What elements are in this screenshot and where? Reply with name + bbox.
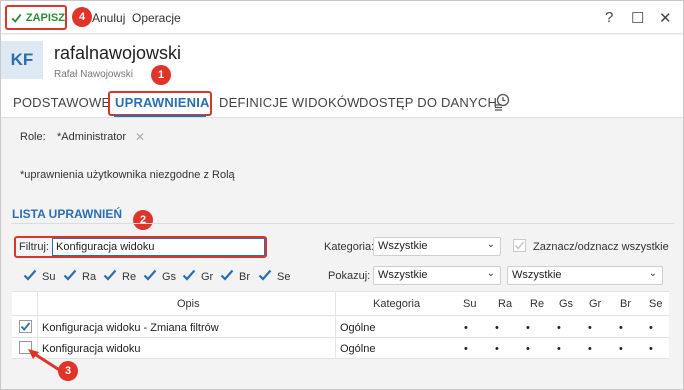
history-icon[interactable]	[493, 93, 511, 111]
column-header-opis[interactable]: Opis	[177, 298, 200, 310]
role-label: Role:	[20, 131, 46, 143]
table-cell-opis: Konfiguracja widoku - Zmiana filtrów	[42, 322, 219, 334]
annotation-badge-2: 2	[133, 210, 153, 230]
table-cell-mark: •	[526, 322, 530, 334]
table-cell-mark: •	[526, 343, 530, 355]
table-cell-mark: •	[588, 322, 592, 334]
flag-checkbox-br[interactable]	[220, 268, 234, 282]
column-header-se[interactable]: Se	[649, 298, 662, 310]
table-cell-mark: •	[619, 343, 623, 355]
flag-label-br: Br	[239, 271, 250, 283]
remove-role-icon[interactable]: ✕	[135, 130, 145, 144]
flag-label-gs: Gs	[162, 271, 177, 283]
column-header-gr[interactable]: Gr	[589, 298, 601, 310]
save-button-label: ZAPISZ	[25, 11, 65, 24]
show-select-2[interactable]: Wszystkie ⌄	[507, 266, 663, 285]
tab-podstawowe[interactable]: PODSTAWOWE	[13, 95, 110, 110]
flag-checkbox-gs[interactable]	[143, 268, 157, 282]
category-select[interactable]: Wszystkie ⌄	[373, 237, 501, 256]
table-cell-mark: •	[588, 343, 592, 355]
table-border	[12, 291, 669, 292]
column-header-su[interactable]: Su	[463, 298, 476, 310]
chevron-down-icon: ⌄	[486, 239, 495, 250]
row-checkbox[interactable]	[19, 320, 32, 333]
close-icon[interactable]: ✕	[659, 9, 672, 27]
annotation-badge-4: 4	[72, 7, 92, 27]
flag-checkbox-ra[interactable]	[63, 268, 77, 282]
operations-menu[interactable]: Operacje	[132, 11, 181, 25]
flag-label-ra: Ra	[82, 271, 97, 283]
permissions-panel: Role: *Administrator ✕ *uprawnienia użyt…	[1, 119, 683, 389]
table-header-divider	[12, 315, 669, 316]
table-cell-mark: •	[557, 343, 561, 355]
table-cell-kategoria: Ogólne	[340, 322, 376, 334]
toggle-all-checkbox[interactable]	[513, 239, 526, 252]
section-title: LISTA UPRAWNIEŃ	[12, 207, 122, 221]
table-cell-mark: •	[649, 343, 653, 355]
checkmark-icon	[11, 13, 22, 23]
table-cell-mark: •	[557, 322, 561, 334]
flag-checkbox-se[interactable]	[258, 268, 272, 282]
flag-label-re: Re	[122, 271, 137, 283]
cancel-button[interactable]: Anuluj	[92, 11, 125, 25]
annotation-badge-3: 3	[58, 361, 78, 381]
user-header: KF rafalnawojowski Rafał Nawojowski 1	[1, 35, 683, 88]
show-select-1-value: Wszystkie	[378, 269, 428, 281]
flag-checkbox-su[interactable]	[23, 268, 37, 282]
flag-label-su: Su	[42, 271, 56, 283]
toolbar: ZAPISZ 4 Anuluj Operacje ? ☐ ✕	[1, 1, 683, 34]
show-select-1[interactable]: Wszystkie ⌄	[373, 266, 501, 285]
save-button[interactable]: ZAPISZ	[5, 5, 67, 30]
flag-checkbox-gr[interactable]	[182, 268, 196, 282]
user-edit-window: ZAPISZ 4 Anuluj Operacje ? ☐ ✕ KF rafaln…	[0, 0, 684, 390]
maximize-icon[interactable]: ☐	[631, 9, 644, 27]
table-cell-kategoria: Ogólne	[340, 343, 376, 355]
category-label: Kategoria:	[324, 241, 375, 253]
flag-checkbox-re[interactable]	[103, 268, 117, 282]
chevron-down-icon: ⌄	[648, 268, 657, 279]
help-icon[interactable]: ?	[605, 9, 613, 26]
table-cell-mark: •	[649, 322, 653, 334]
column-divider	[335, 291, 336, 359]
column-header-gs[interactable]: Gs	[559, 298, 573, 310]
tab-highlight	[108, 91, 212, 116]
tab-dostep-do-danych[interactable]: DOSTĘP DO DANYCH	[359, 95, 497, 110]
table-cell-mark: •	[495, 322, 499, 334]
show-label: Pokazuj:	[328, 270, 371, 282]
user-full-name: Rafał Nawojowski	[54, 69, 133, 80]
tab-bar: PODSTAWOWE UPRAWNIENIA DEFINICJE WIDOKÓW…	[1, 88, 683, 118]
filter-label: Filtruj:	[19, 241, 49, 253]
table-cell-mark: •	[495, 343, 499, 355]
category-select-value: Wszystkie	[378, 240, 428, 252]
flag-label-se: Se	[277, 271, 291, 283]
column-header-ra[interactable]: Ra	[498, 298, 512, 310]
tab-definicje-widokow[interactable]: DEFINICJE WIDOKÓW	[219, 95, 360, 110]
column-header-kategoria[interactable]: Kategoria	[373, 298, 420, 310]
annotation-badge-1: 1	[151, 65, 171, 85]
flag-label-gr: Gr	[201, 271, 214, 283]
column-header-re[interactable]: Re	[530, 298, 544, 310]
toggle-all-label: Zaznacz/odznacz wszystkie	[533, 241, 669, 253]
filter-input[interactable]	[52, 238, 265, 256]
table-cell-mark: •	[464, 343, 468, 355]
role-value: *Administrator	[57, 131, 127, 143]
table-cell-mark: •	[619, 322, 623, 334]
chevron-down-icon: ⌄	[486, 268, 495, 279]
section-divider	[12, 223, 674, 224]
table-cell-mark: •	[464, 322, 468, 334]
notice-text: *uprawnienia użytkownika niezgodne z Rol…	[20, 169, 235, 181]
avatar: KF	[1, 41, 43, 79]
active-tab-indicator	[114, 115, 206, 117]
table-row-divider	[12, 337, 669, 338]
column-header-br[interactable]: Br	[620, 298, 631, 310]
user-login: rafalnawojowski	[54, 43, 182, 63]
show-select-2-value: Wszystkie	[512, 269, 562, 281]
table-row-divider	[12, 358, 669, 359]
